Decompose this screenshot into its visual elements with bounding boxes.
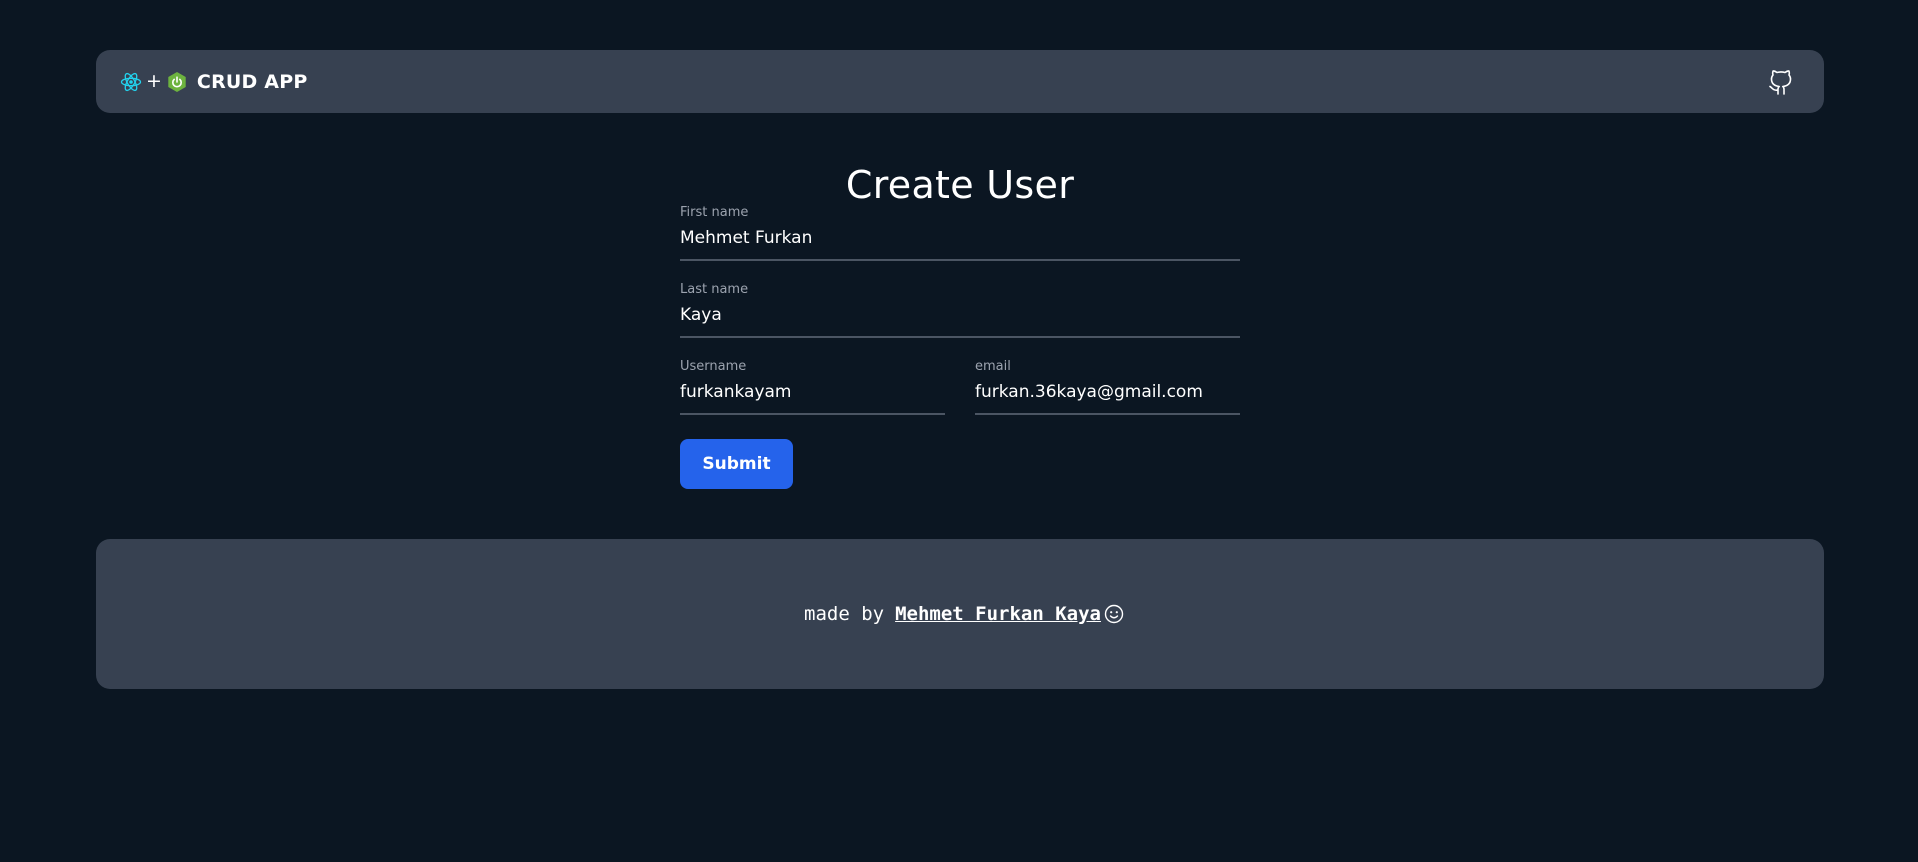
email-label: email xyxy=(975,359,1011,374)
username-input[interactable] xyxy=(680,379,945,405)
app-title: CRUD APP xyxy=(196,70,308,93)
react-icon xyxy=(120,71,142,93)
spring-icon xyxy=(166,71,188,93)
email-field[interactable]: email xyxy=(975,359,1240,415)
submit-button[interactable]: Submit xyxy=(680,439,793,489)
last-name-field[interactable]: Last name xyxy=(680,282,1240,338)
plus-sign: + xyxy=(146,70,162,92)
footer: made by Mehmet Furkan Kaya xyxy=(96,539,1824,689)
smile-icon xyxy=(1104,604,1124,624)
last-name-input[interactable] xyxy=(680,302,1240,328)
email-input[interactable] xyxy=(975,379,1240,405)
first-name-label: First name xyxy=(680,205,749,220)
username-label: Username xyxy=(680,359,747,374)
footer-prefix: made by xyxy=(804,603,885,625)
brand[interactable]: + CRUD APP xyxy=(120,50,307,113)
first-name-field[interactable]: First name xyxy=(680,205,1240,261)
first-name-input[interactable] xyxy=(680,225,1240,251)
author-link[interactable]: Mehmet Furkan Kaya xyxy=(895,603,1101,625)
github-icon[interactable] xyxy=(1766,67,1796,97)
page-title: Create User xyxy=(845,163,1075,207)
navbar: + CRUD APP xyxy=(96,50,1824,113)
username-field[interactable]: Username xyxy=(680,359,945,415)
footer-credit: made by Mehmet Furkan Kaya xyxy=(804,603,1124,625)
last-name-label: Last name xyxy=(680,282,749,297)
